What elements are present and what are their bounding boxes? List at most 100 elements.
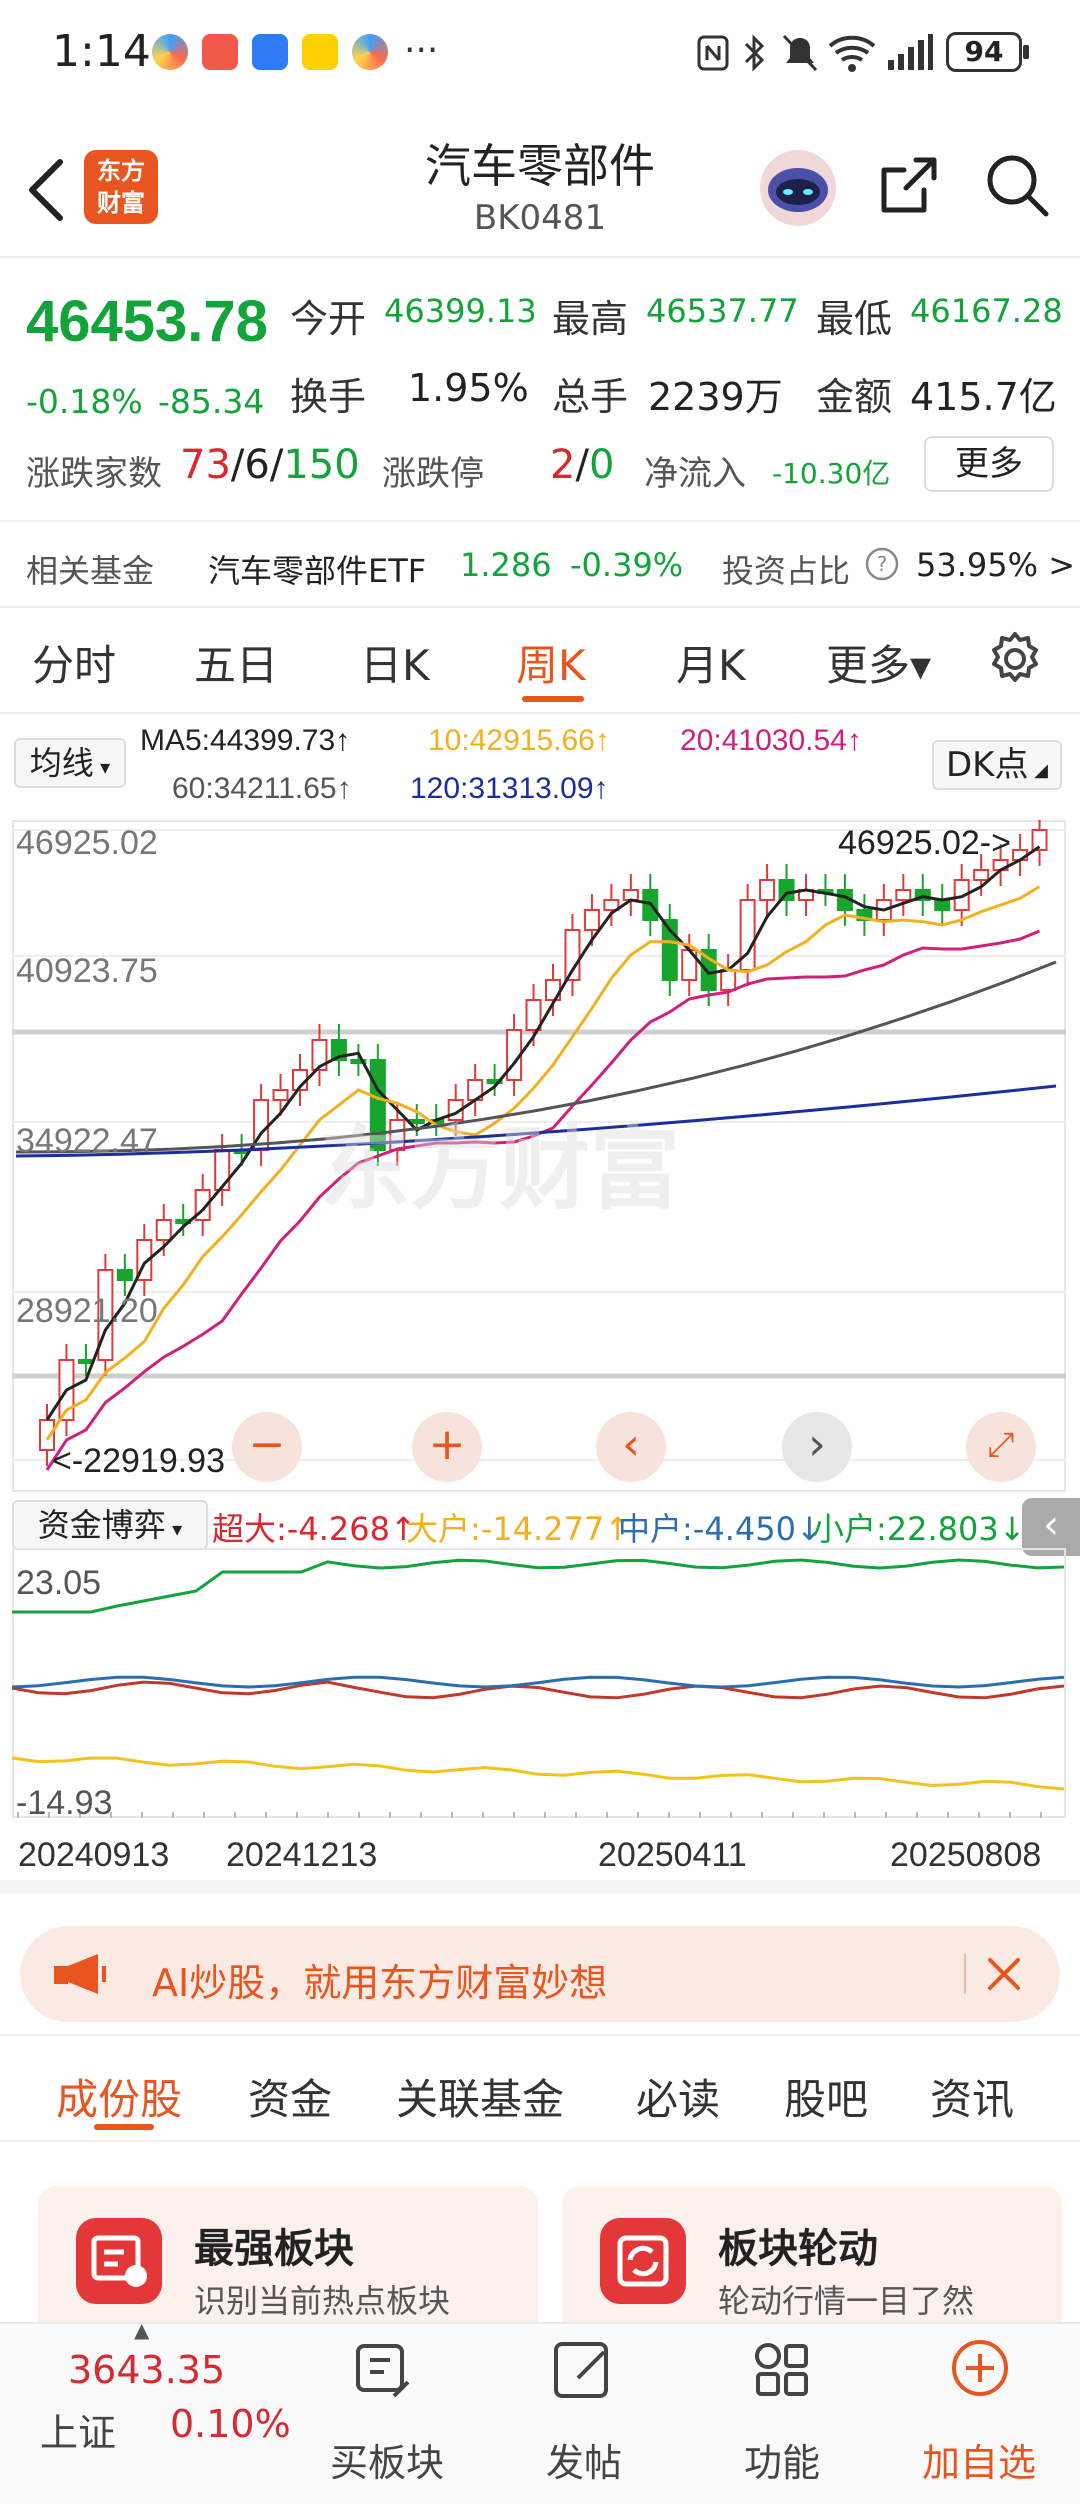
status-bar: 1:14 ··· 94 [0, 0, 1080, 110]
status-time: 1:14 [52, 26, 151, 77]
app-notification-icon [202, 34, 238, 70]
flow-indicator-selector[interactable]: 资金博弈 ▾ [12, 1500, 208, 1550]
related-fund-price: 1.286 [460, 546, 552, 584]
post-icon[interactable] [544, 2330, 624, 2410]
breadth-label: 涨跌家数 [26, 454, 162, 494]
tab-monthly-k[interactable]: 月K [676, 632, 746, 693]
functions-icon[interactable] [742, 2330, 822, 2410]
divider [0, 606, 1080, 608]
indicator-selector[interactable]: 均线 ▾ [14, 738, 126, 788]
wifi-icon [828, 35, 876, 72]
more-quote-button[interactable]: 更多 [924, 436, 1054, 492]
x-axis-date: 20240913 [18, 1836, 170, 1874]
ai-promo-banner[interactable]: AI炒股，就用东方财富妙想 [20, 1926, 1060, 2022]
netflow-value: -10.30亿 [772, 457, 891, 490]
turnover-label: 换手 [290, 375, 367, 419]
x-axis-date: 20241213 [226, 1836, 378, 1874]
open-label: 今开 [290, 297, 367, 341]
amount-value: 415.7亿 [910, 375, 1057, 419]
tab-must-read[interactable]: 必读 [636, 2066, 720, 2127]
index-value[interactable]: 3643.35 [68, 2348, 225, 2392]
ma60-value: 60:34211.65↑ [172, 772, 352, 805]
help-icon[interactable]: ? [864, 546, 900, 582]
tab-intraday[interactable]: 分时 [32, 632, 116, 693]
card-title: 最强板块 [194, 2226, 354, 2272]
index-name: 上证 [40, 2411, 117, 2455]
candle-body [116, 1269, 133, 1281]
low-label: 最低 [816, 297, 893, 341]
tab-five-day[interactable]: 五日 [194, 632, 278, 693]
ma5-value: MA5:44399.73↑ [140, 724, 351, 757]
nfc-icon [697, 35, 729, 71]
ai-robot-icon[interactable] [756, 146, 840, 230]
fullscreen-button[interactable]: ⤢ [966, 1412, 1036, 1482]
battery-icon: 94 [946, 32, 1029, 72]
svg-text:?: ? [877, 552, 888, 576]
scroll-left-button[interactable]: ‹ [596, 1412, 666, 1482]
mute-icon [782, 34, 818, 72]
candle-body [895, 889, 912, 901]
tab-news[interactable]: 资讯 [930, 2066, 1014, 2127]
low-value: 46167.28 [910, 292, 1063, 330]
strongest-sector-icon [76, 2218, 162, 2304]
limit-label: 涨跌停 [382, 454, 484, 494]
tab-more[interactable]: 更多▾ [826, 632, 931, 693]
related-fund-name[interactable]: 汽车零部件ETF [208, 546, 426, 592]
tab-funds[interactable]: 资金 [248, 2066, 332, 2127]
card-subtitle: 轮动行情一目了然 [718, 2282, 975, 2320]
flow-super-value: 超大:-4.268↑ [212, 1510, 417, 1548]
app-notification-icon [252, 34, 288, 70]
add-watchlist-icon[interactable] [940, 2330, 1020, 2410]
volume-label: 总手 [552, 375, 629, 419]
divider [964, 1954, 966, 1994]
banner-text: AI炒股，就用东方财富妙想 [152, 1961, 608, 2005]
dk-point-button[interactable]: DK点 ◢ [932, 740, 1062, 790]
collapse-arrow-icon[interactable]: ▲ [134, 2318, 149, 2342]
y-axis-label: 46925.02 [16, 824, 158, 862]
flow-y-bottom: -14.93 [16, 1784, 113, 1822]
candle-body [583, 909, 600, 931]
tab-constituents[interactable]: 成份股 [56, 2066, 182, 2127]
x-axis-date: 20250411 [598, 1836, 747, 1874]
divider [0, 520, 1080, 522]
candle-body [77, 1359, 94, 1364]
card-title: 板块轮动 [718, 2226, 878, 2272]
settings-icon[interactable] [986, 630, 1044, 688]
share-icon[interactable] [876, 154, 940, 218]
ma20-value: 20:41030.54↑ [680, 724, 862, 757]
scroll-right-button[interactable]: › [782, 1412, 852, 1482]
close-icon[interactable] [984, 1954, 1024, 1994]
app-notification-icon [152, 34, 188, 70]
y-axis-label: 40923.75 [16, 952, 158, 990]
zoom-in-button[interactable]: + [412, 1412, 482, 1482]
x-axis-date: 20250808 [890, 1836, 1042, 1874]
tab-forum[interactable]: 股吧 [784, 2066, 868, 2127]
flow-small-value: 小户:22.803↓ [812, 1510, 1026, 1548]
candle-body [272, 1089, 289, 1101]
bottom-buy-sector[interactable]: 买板块 [330, 2432, 444, 2487]
high-label: 最高 [552, 297, 629, 341]
zoom-out-button[interactable]: − [232, 1412, 302, 1482]
change-pct: -0.18% [26, 382, 143, 421]
flow-y-top: 23.05 [16, 1564, 102, 1602]
investment-ratio-value[interactable]: 53.95% > [916, 546, 1075, 584]
ma10-value: 10:42915.66↑ [428, 724, 610, 757]
divider [0, 712, 1080, 714]
tab-related-funds[interactable]: 关联基金 [396, 2066, 564, 2127]
more-notifications-icon: ··· [404, 30, 439, 71]
tab-daily-k[interactable]: 日K [360, 632, 430, 693]
change-value: -85.34 [158, 382, 265, 421]
bottom-add-watchlist[interactable]: 加自选 [922, 2432, 1036, 2487]
megaphone-icon [54, 1954, 106, 1994]
divider [0, 2034, 1080, 2036]
search-icon[interactable] [984, 152, 1050, 218]
tab-weekly-k[interactable]: 周K [516, 632, 586, 693]
bluetooth-icon [744, 34, 765, 72]
fund-flow-canvas [12, 1558, 1065, 1818]
sector-rotation-icon [600, 2218, 686, 2304]
bottom-post[interactable]: 发帖 [546, 2432, 622, 2487]
candle-body [214, 1149, 231, 1191]
open-value: 46399.13 [384, 292, 537, 330]
bottom-functions[interactable]: 功能 [744, 2432, 820, 2487]
buy-sector-icon[interactable] [344, 2330, 424, 2410]
